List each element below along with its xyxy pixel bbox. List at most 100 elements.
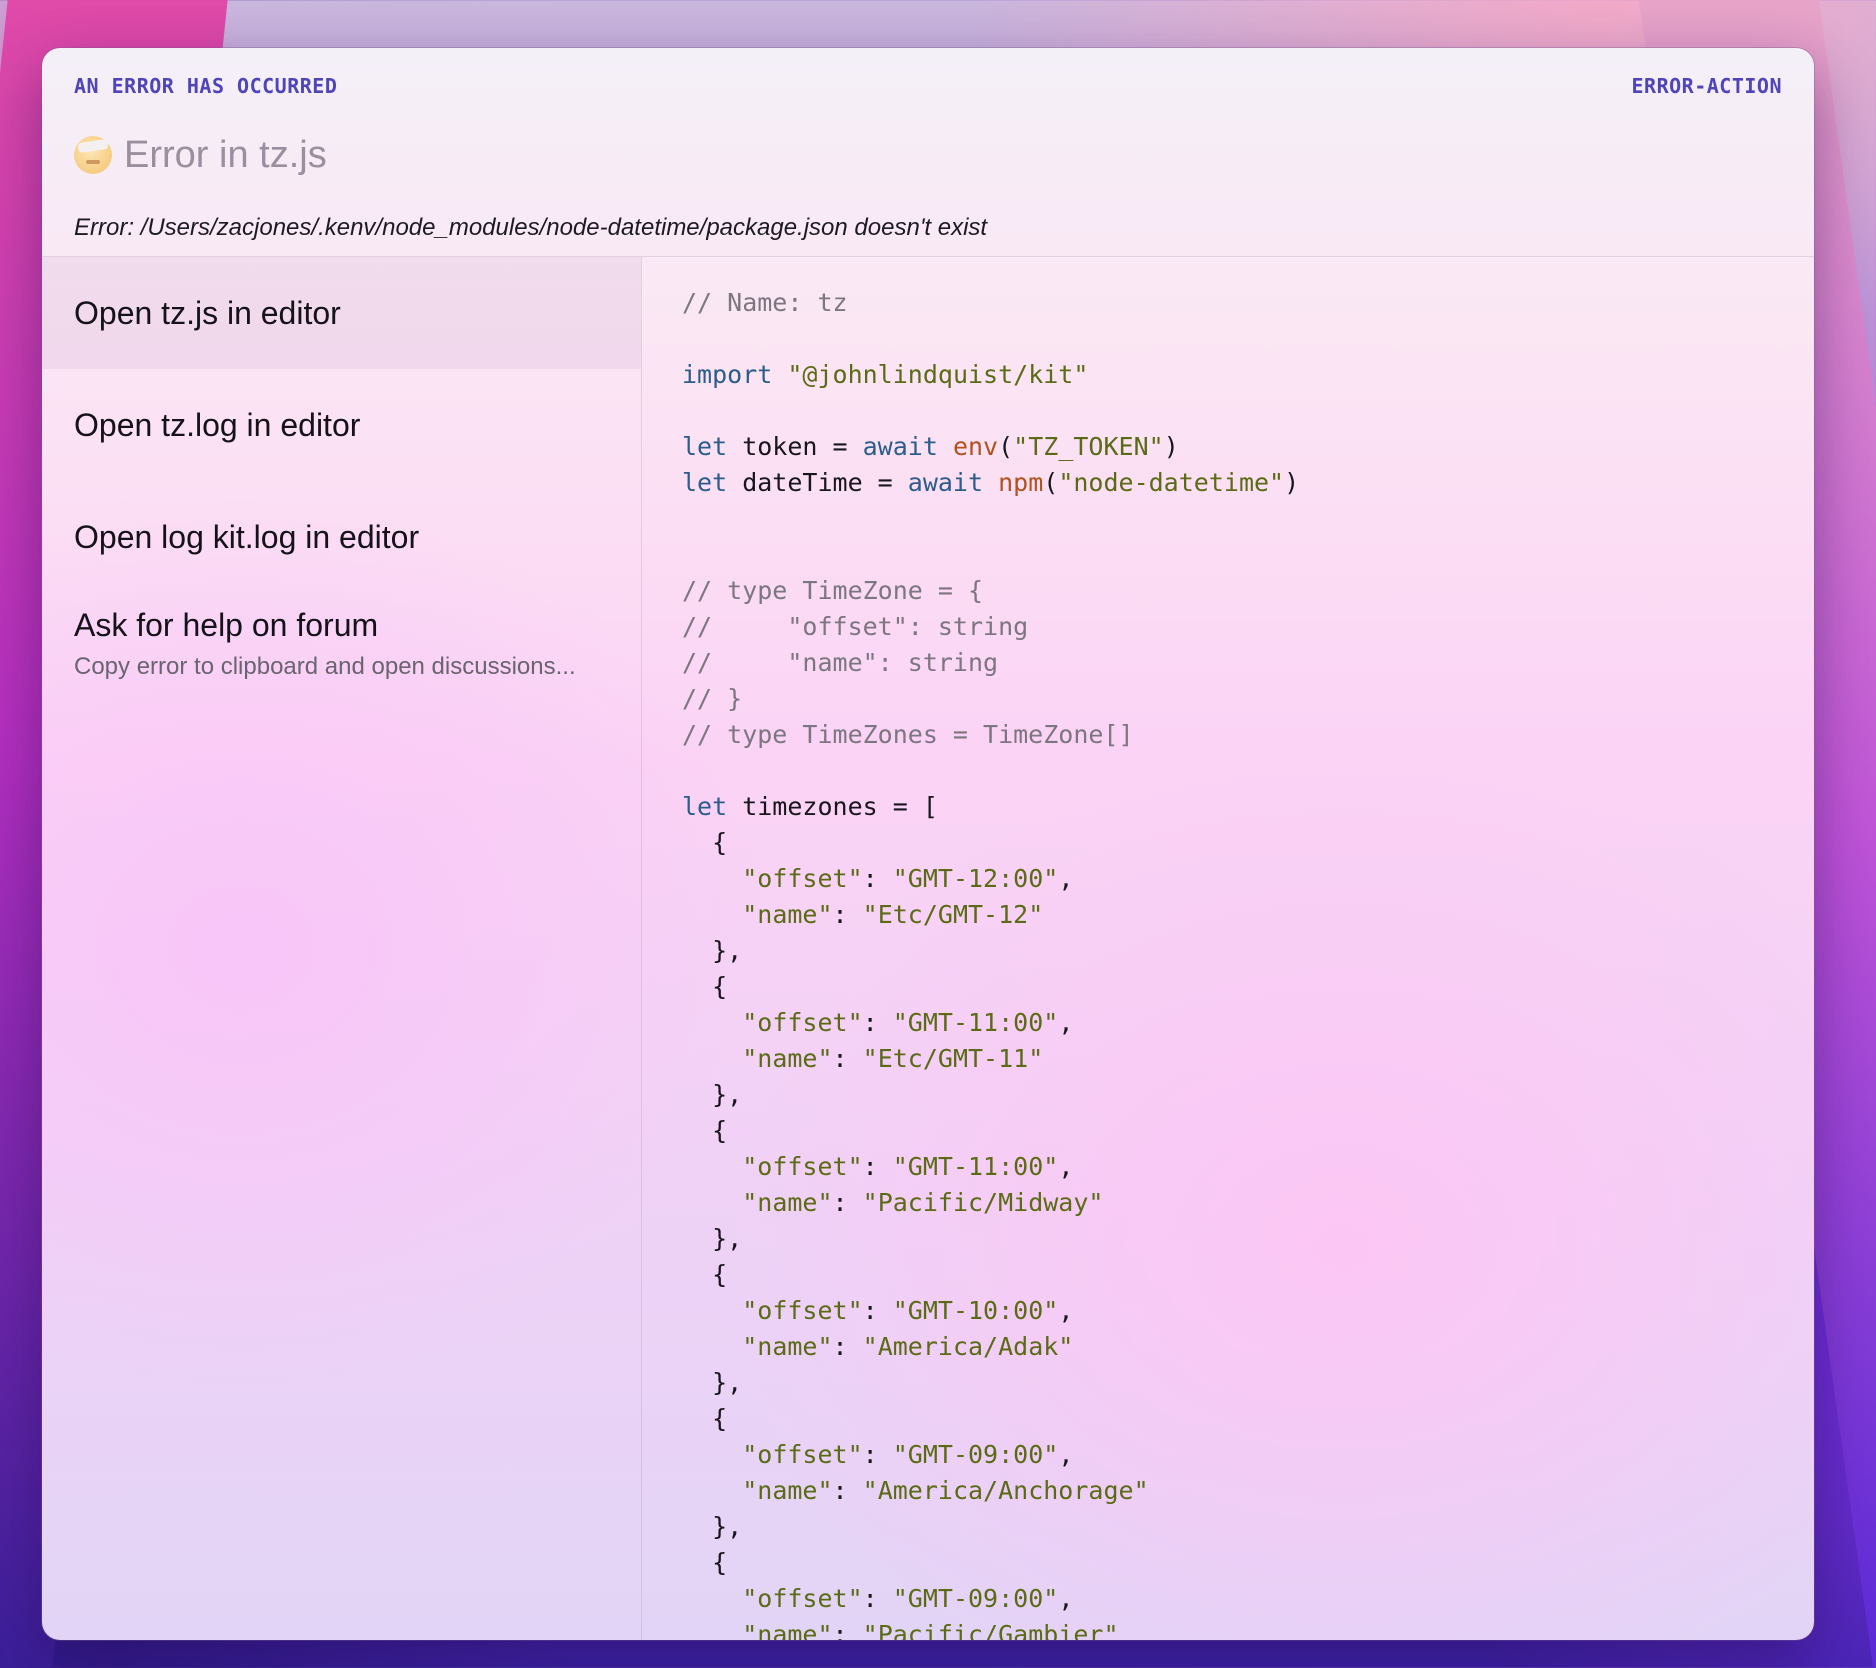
code-token: "name" [742, 900, 833, 929]
choices-list: Open tz.js in editor Open tz.log in edit… [42, 257, 642, 1640]
code-token: ( [998, 432, 1014, 461]
prompt-header: AN ERROR HAS OCCURRED ERROR-ACTION Error… [42, 48, 1814, 257]
code-token: "GMT-11:00" [892, 1008, 1059, 1037]
code-line: { [682, 1113, 1299, 1149]
choice-open-log[interactable]: Open tz.log in editor [42, 369, 641, 481]
code-token: : [832, 1476, 863, 1505]
code-token: "America/Adak" [862, 1332, 1074, 1361]
code-token: : [862, 1008, 893, 1037]
code-line: "name": "Pacific/Midway" [682, 1185, 1299, 1221]
code-token: timezones = [ [727, 792, 938, 821]
code-token: "node-datetime" [1058, 468, 1285, 497]
script-name-label: ERROR-ACTION [1631, 74, 1782, 98]
code-token: let [682, 468, 728, 497]
code-token: , [1058, 1152, 1074, 1181]
title-row: Error in tz.js [74, 130, 327, 180]
code-token: "name" [742, 1332, 833, 1361]
code-line: let dateTime = await npm("node-datetime"… [682, 465, 1299, 501]
code-token: "TZ_TOKEN" [1013, 432, 1164, 461]
code-token: "@johnlindquist/kit" [787, 360, 1089, 389]
code-line: "offset": "GMT-11:00", [682, 1149, 1299, 1185]
code-token: npm [998, 468, 1044, 497]
code-token: token = [727, 432, 863, 461]
code-token: { [682, 828, 728, 857]
code-line: "offset": "GMT-10:00", [682, 1293, 1299, 1329]
code-preview: // Name: tz import "@johnlindquist/kit" le… [682, 285, 1299, 1640]
code-line: // "offset": string [682, 609, 1299, 645]
choice-open-kit-log[interactable]: Open log kit.log in editor [42, 481, 641, 593]
code-line: }, [682, 933, 1299, 969]
code-token: "name" [742, 1188, 833, 1217]
code-line: }, [682, 1221, 1299, 1257]
code-token: import [682, 360, 773, 389]
code-token: : [832, 1620, 863, 1640]
code-line: "offset": "GMT-11:00", [682, 1005, 1299, 1041]
code-token: , [1058, 1296, 1074, 1325]
code-token: , [1058, 1584, 1074, 1613]
code-token: "offset" [742, 1584, 863, 1613]
code-preview-panel[interactable]: // Name: tz import "@johnlindquist/kit" le… [642, 257, 1814, 1640]
code-token: { [682, 1548, 728, 1577]
code-token: "name" [742, 1476, 833, 1505]
code-token: "offset" [742, 1296, 863, 1325]
code-line: { [682, 825, 1299, 861]
code-token: { [682, 1116, 728, 1145]
code-token: "GMT-11:00" [892, 1152, 1059, 1181]
choice-ask-forum[interactable]: Ask for help on forum Copy error to clip… [42, 593, 641, 705]
code-token: "name" [742, 1620, 833, 1640]
code-token: : [832, 1044, 863, 1073]
code-line: }, [682, 1509, 1299, 1545]
code-token: : [862, 1440, 893, 1469]
choice-open-script[interactable]: Open tz.js in editor [42, 257, 641, 369]
code-token: "Etc/GMT-11" [862, 1044, 1044, 1073]
code-token: : [862, 1584, 893, 1613]
code-token: dateTime = [727, 468, 908, 497]
code-token: let [682, 432, 728, 461]
code-token: let [682, 792, 728, 821]
choice-description: Copy error to clipboard and open discuss… [74, 653, 576, 680]
code-token: : [832, 900, 863, 929]
code-token: "offset" [742, 1008, 863, 1037]
code-token: // "offset": string [682, 612, 1029, 641]
choice-label: Open tz.js in editor [74, 295, 341, 331]
code-token: }, [682, 1512, 743, 1541]
code-token: { [682, 1404, 728, 1433]
code-token: await [907, 468, 984, 497]
code-token: , [1058, 1440, 1074, 1469]
code-token: }, [682, 1224, 743, 1253]
code-line: "name": "Pacific/Gambier" [682, 1617, 1299, 1640]
code-token: , [1058, 864, 1074, 893]
code-token: "America/Anchorage" [862, 1476, 1149, 1505]
code-line: // type TimeZone = { [682, 573, 1299, 609]
code-token: ) [1284, 468, 1300, 497]
code-line: { [682, 969, 1299, 1005]
code-token: env [952, 432, 999, 461]
code-token: : [862, 1296, 893, 1325]
code-token: // Name: tz [682, 288, 848, 317]
error-message: Error: /Users/zacjones/.kenv/node_module… [74, 214, 988, 241]
code-token: "GMT-09:00" [892, 1440, 1059, 1469]
code-line: "offset": "GMT-09:00", [682, 1581, 1299, 1617]
choice-label: Open log kit.log in editor [74, 519, 420, 555]
code-token: // type TimeZone = { [682, 576, 984, 605]
code-line: let token = await env("TZ_TOKEN") [682, 429, 1299, 465]
code-token: { [682, 1260, 728, 1289]
code-line: "name": "America/Adak" [682, 1329, 1299, 1365]
code-token: "GMT-10:00" [892, 1296, 1059, 1325]
code-token: "GMT-09:00" [892, 1584, 1059, 1613]
code-token: "Pacific/Gambier" [862, 1620, 1119, 1640]
code-line: }, [682, 1365, 1299, 1401]
code-token: }, [682, 1368, 743, 1397]
